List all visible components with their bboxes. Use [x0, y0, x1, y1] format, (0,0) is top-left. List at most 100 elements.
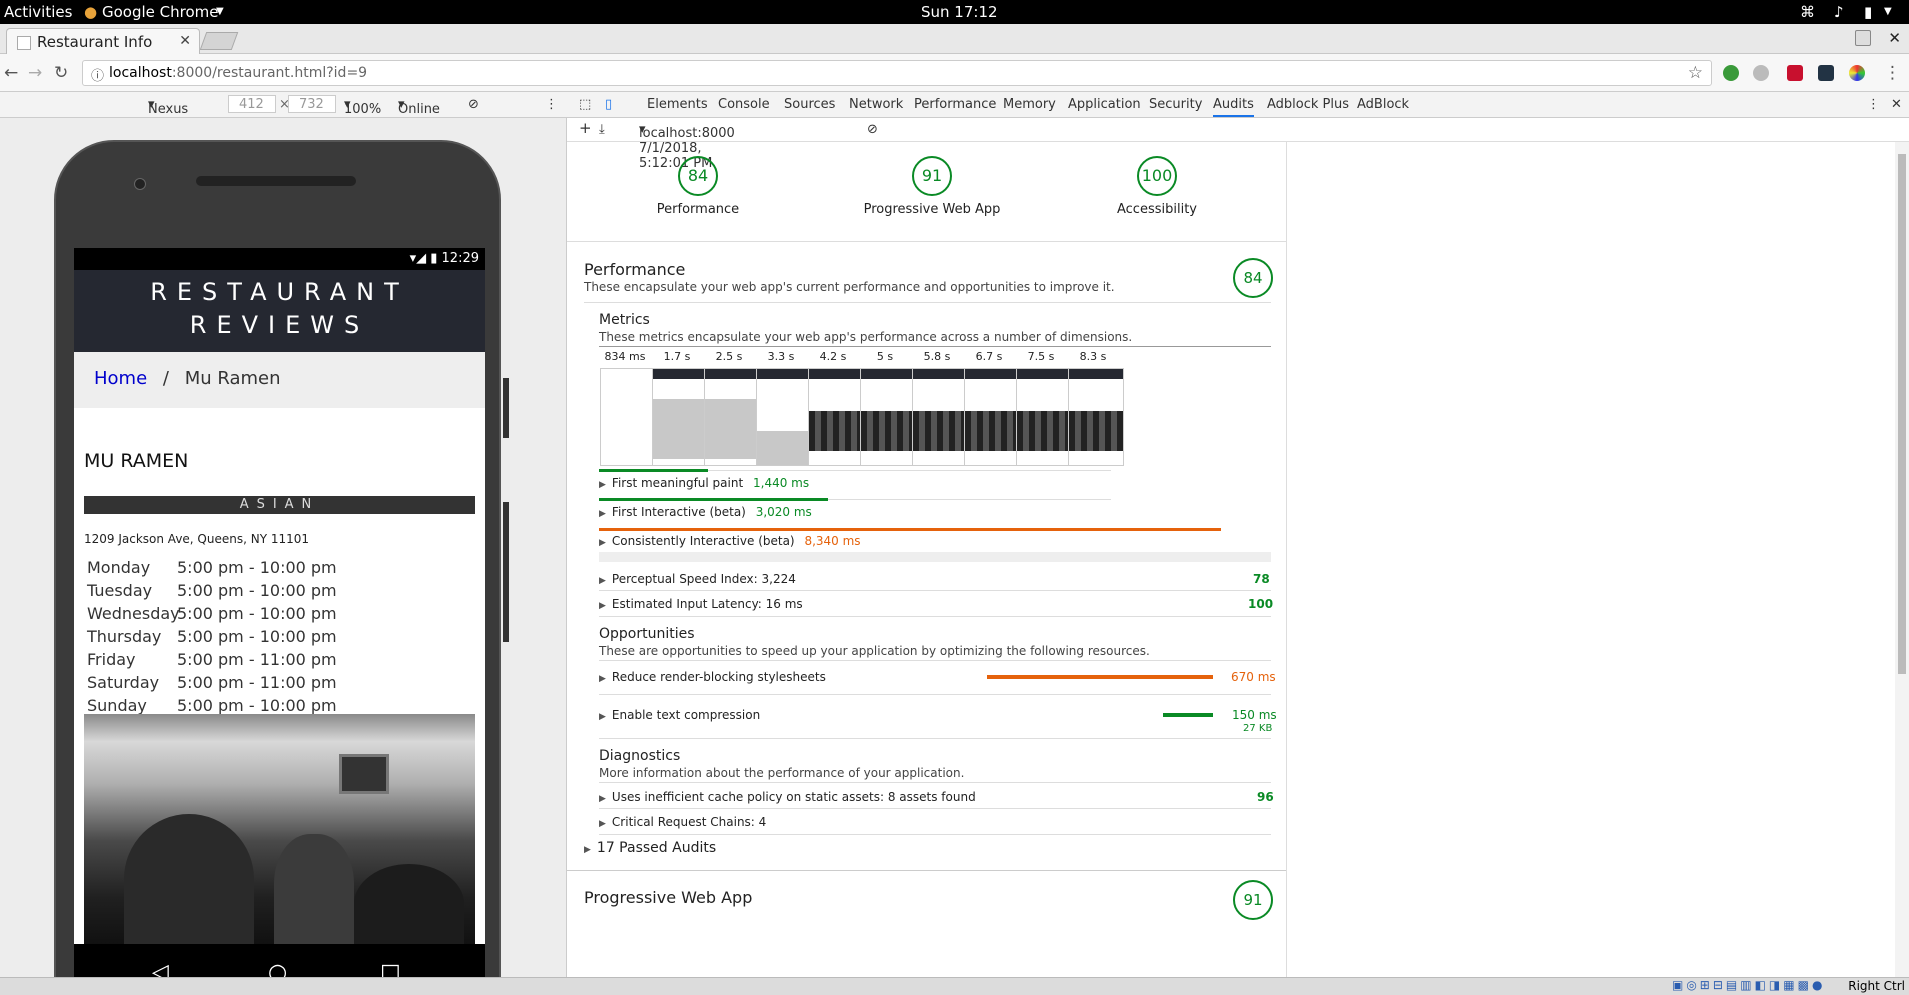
bookmark-star-icon[interactable]: ☆: [1688, 63, 1703, 83]
score-gauges: 84 Performance 91 Progressive Web App 10…: [567, 142, 1286, 242]
filmstrip-tick: 834 ms: [604, 350, 646, 363]
opportunity-bar: [1163, 713, 1213, 717]
activities-button[interactable]: Activities: [4, 3, 72, 21]
cache-score: 96: [1257, 790, 1274, 804]
tab-memory[interactable]: Memory: [1003, 97, 1056, 112]
profile-icon[interactable]: [1855, 30, 1871, 46]
tab-console[interactable]: Console: [718, 97, 770, 112]
tab-network[interactable]: Network: [849, 97, 903, 112]
favicon-icon: [17, 36, 31, 50]
rotate-icon[interactable]: ⊘: [468, 97, 479, 112]
photo-person: [354, 864, 464, 944]
filmstrip-tick: 2.5 s: [715, 350, 743, 363]
tab-sources[interactable]: Sources: [784, 97, 835, 112]
clock[interactable]: Sun 17:12: [921, 3, 998, 21]
extension-green-icon[interactable]: [1723, 65, 1739, 81]
tab-audits[interactable]: Audits: [1213, 97, 1254, 117]
diagnostic-critical-chains[interactable]: ▶ Critical Request Chains: 4: [599, 815, 766, 829]
hours-day: Friday: [87, 650, 136, 669]
browser-tab[interactable]: Restaurant Info ✕: [6, 28, 200, 55]
phone-screen: ▾◢ ▮ 12:29 RESTAURANT REVIEWS Home / Mu …: [74, 248, 485, 995]
reload-icon[interactable]: ↻: [54, 63, 68, 83]
host-tray-icons: ▣◎⊞⊟▤▥◧◨▦▩●: [1672, 978, 1826, 992]
hours-time: 5:00 pm - 10:00 pm: [177, 581, 337, 600]
close-window-icon[interactable]: ✕: [1888, 29, 1901, 47]
report-select[interactable]: localhost:8000 7/1/2018, 5:12:01 PM ▾: [639, 122, 735, 171]
extension-abp-icon[interactable]: [1753, 65, 1769, 81]
passed-audits-toggle[interactable]: ▶ 17 Passed Audits: [584, 840, 716, 856]
metric-fi[interactable]: ▶ First Interactive (beta) 3,020 ms: [599, 505, 812, 519]
network-throttle-select[interactable]: Online ▾: [398, 97, 440, 117]
expand-icon: ▶: [599, 538, 606, 548]
info-icon[interactable]: ⓘ: [91, 65, 104, 84]
device-select[interactable]: Nexus 5X ▾: [148, 97, 188, 132]
clear-icon[interactable]: ⊘: [867, 122, 878, 137]
chrome-menu-icon[interactable]: ⋮: [1884, 63, 1901, 83]
expand-icon: ▶: [599, 601, 606, 611]
forward-icon[interactable]: →: [28, 63, 42, 83]
tab-application[interactable]: Application: [1068, 97, 1141, 112]
close-tab-icon[interactable]: ✕: [179, 33, 191, 49]
metric-psi[interactable]: ▶ Perceptual Speed Index: 3,224: [599, 572, 796, 586]
download-icon[interactable]: ⤓: [599, 122, 605, 137]
filmstrip-axis: [599, 346, 1271, 347]
opportunity-text-compression[interactable]: ▶ Enable text compression: [599, 708, 760, 722]
phone-volume-button: [503, 502, 509, 642]
gauge-performance[interactable]: 84 Performance: [618, 156, 778, 217]
opportunity-value: 150 ms: [1232, 708, 1277, 722]
volume-icon[interactable]: ♪: [1834, 3, 1844, 21]
diagnostic-cache-policy[interactable]: ▶ Uses inefficient cache policy on static…: [599, 790, 976, 804]
filmstrip-hscroll[interactable]: [599, 552, 1271, 562]
hours-table: Monday 5:00 pm - 10:00 pm Tuesday 5:00 pm …: [87, 558, 485, 719]
diagnostics-title: Diagnostics: [599, 748, 681, 764]
metric-eil[interactable]: ▶ Estimated Input Latency: 16 ms: [599, 597, 803, 611]
site-title[interactable]: RESTAURANT REVIEWS: [74, 276, 485, 342]
filmstrip-tick: 5.8 s: [923, 350, 951, 363]
tab-adblock-plus[interactable]: Adblock Plus: [1267, 97, 1349, 112]
metric-fmp[interactable]: ▶ First meaningful paint 1,440 ms: [599, 476, 809, 490]
app-menu[interactable]: Google Chrome: [102, 3, 219, 21]
network-icon[interactable]: ⌘: [1800, 3, 1815, 21]
battery-icon[interactable]: ▮: [1864, 3, 1872, 21]
new-audit-icon[interactable]: +: [579, 119, 592, 137]
metrics-desc: These metrics encapsulate your web app's…: [599, 330, 1133, 344]
expand-icon: ▶: [599, 794, 606, 804]
devtools-menu-icon[interactable]: ⋮: [1867, 97, 1880, 112]
breadcrumb-home-link[interactable]: Home: [94, 368, 147, 389]
gauge-pwa[interactable]: 91 Progressive Web App: [832, 156, 1032, 217]
zoom-select[interactable]: 100% ▾: [344, 97, 381, 117]
chevron-down-icon[interactable]: ▼: [216, 6, 224, 17]
devtools-vscroll[interactable]: [1895, 142, 1909, 995]
inspect-icon[interactable]: ⬚: [579, 97, 591, 112]
expand-icon: ▶: [599, 480, 606, 490]
back-icon[interactable]: ←: [4, 63, 18, 83]
device-height-input[interactable]: 732: [288, 95, 336, 113]
device-toolbar: Nexus 5X ▾ 412 × 732 100% ▾ Online ▾ ⊘ ⋮: [0, 92, 567, 132]
host-key-label: Right Ctrl: [1848, 979, 1905, 993]
hours-day: Wednesday: [87, 604, 180, 623]
devtools-close-icon[interactable]: ✕: [1891, 97, 1902, 112]
fi-bar: [599, 498, 828, 501]
tab-adblock[interactable]: AdBlock: [1357, 97, 1409, 112]
tab-security[interactable]: Security: [1149, 97, 1202, 112]
device-toggle-icon[interactable]: ▯: [605, 97, 612, 112]
extension-red-icon[interactable]: [1787, 65, 1803, 81]
system-menu-chevron-icon[interactable]: ▼: [1884, 6, 1892, 17]
tab-performance[interactable]: Performance: [914, 97, 996, 112]
hours-row: Tuesday 5:00 pm - 10:00 pm: [87, 581, 485, 604]
opportunity-render-blocking[interactable]: ▶ Reduce render-blocking stylesheets: [599, 670, 826, 684]
extension-dark-icon[interactable]: [1818, 65, 1834, 81]
tab-elements[interactable]: Elements: [647, 97, 708, 112]
scroll-thumb[interactable]: [1898, 154, 1906, 674]
device-viewport: ▾◢ ▮ 12:29 RESTAURANT REVIEWS Home / Mu …: [0, 118, 567, 995]
extension-color-icon[interactable]: [1849, 65, 1865, 81]
metric-ci[interactable]: ▶ Consistently Interactive (beta) 8,340 m…: [599, 534, 861, 548]
device-more-icon[interactable]: ⋮: [545, 97, 558, 112]
audit-report: 84 Performance 91 Progressive Web App 10…: [567, 142, 1287, 995]
device-width-input[interactable]: 412: [228, 95, 276, 113]
omnibox[interactable]: ⓘ localhost:8000/restaurant.html?id=9 ☆: [82, 60, 1712, 86]
new-tab-button[interactable]: [199, 32, 239, 50]
gauge-accessibility[interactable]: 100 Accessibility: [1077, 156, 1237, 217]
opportunity-size: 27 KB: [1243, 723, 1273, 734]
opportunity-value: 670 ms: [1231, 670, 1276, 684]
